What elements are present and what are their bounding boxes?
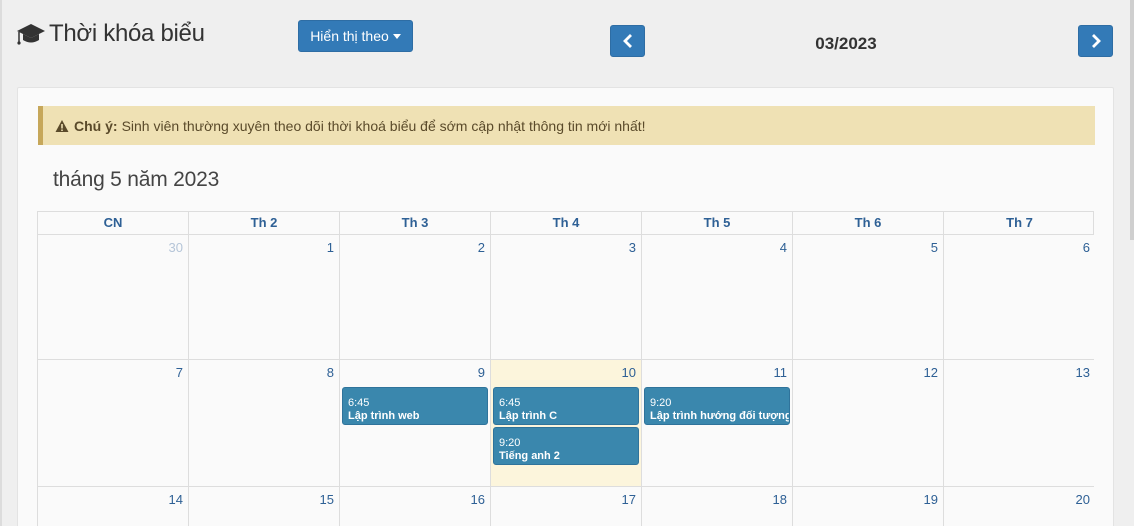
weekday-header-row: CN Th 2 Th 3 Th 4 Th 5 Th 6 Th 7 [37, 211, 1094, 235]
day-number: 30 [168, 240, 183, 255]
calendar-day[interactable]: 5 [793, 235, 944, 359]
day-number: 3 [628, 240, 636, 255]
notice-alert: Chú ý: Sinh viên thường xuyên theo dõi t… [38, 106, 1095, 145]
calendar-day[interactable]: 6 [944, 235, 1095, 359]
weekday-header: Th 4 [491, 212, 642, 234]
calendar-week: 7 8 9 6:45 Lập trình web 10 6:45 Lập trì… [37, 360, 1095, 487]
warning-icon [55, 119, 69, 132]
page-title: Thời khóa biểu [16, 20, 205, 48]
calendar-day[interactable]: 30 [38, 235, 189, 359]
calendar-day[interactable]: 9 6:45 Lập trình web [340, 360, 491, 486]
day-number: 17 [621, 492, 636, 507]
calendar-day[interactable]: 12 [793, 360, 944, 486]
calendar-day[interactable]: 15 [189, 487, 340, 526]
day-number: 13 [1075, 365, 1090, 380]
calendar-week: 14 15 16 17 18 19 20 [37, 487, 1095, 526]
calendar-day-today[interactable]: 10 6:45 Lập trình C 9:20 Tiếng anh 2 [491, 360, 642, 486]
calendar-event[interactable]: 9:20 Lập trình hướng đối tượng [644, 387, 790, 425]
page-title-text: Thời khóa biểu [49, 20, 205, 47]
calendar-event[interactable]: 6:45 Lập trình C [493, 387, 639, 425]
calendar-day[interactable]: 7 [38, 360, 189, 486]
day-number: 8 [326, 365, 334, 380]
chevron-left-icon [622, 34, 632, 48]
day-number: 14 [168, 492, 183, 507]
calendar-day[interactable]: 16 [340, 487, 491, 526]
day-number: 12 [923, 365, 938, 380]
event-time: 6:45 [348, 397, 370, 409]
day-number: 19 [923, 492, 938, 507]
calendar-day[interactable]: 1 [189, 235, 340, 359]
day-number: 4 [779, 240, 787, 255]
calendar-event[interactable]: 6:45 Lập trình web [342, 387, 488, 425]
caret-down-icon [392, 33, 401, 39]
day-number: 20 [1075, 492, 1090, 507]
previous-month-button[interactable] [610, 25, 645, 57]
graduation-cap-icon [17, 24, 45, 45]
calendar-day[interactable]: 17 [491, 487, 642, 526]
calendar-day[interactable]: 13 [944, 360, 1095, 486]
weekday-header: Th 2 [189, 212, 340, 234]
weekday-header: Th 5 [642, 212, 793, 234]
calendar-day[interactable]: 11 9:20 Lập trình hướng đối tượng [642, 360, 793, 486]
calendar-day[interactable]: 19 [793, 487, 944, 526]
calendar-day[interactable]: 4 [642, 235, 793, 359]
weekday-header: Th 7 [1006, 215, 1033, 230]
day-number: 9 [477, 365, 485, 380]
event-title: Lập trình C [499, 410, 558, 422]
page-header: Thời khóa biểu Hiển thị theo 03/2023 [0, 0, 1134, 80]
day-number: 11 [773, 365, 788, 380]
next-month-button[interactable] [1078, 25, 1113, 57]
event-time: 6:45 [499, 397, 521, 409]
day-number: 16 [470, 492, 485, 507]
day-number: 1 [326, 240, 334, 255]
calendar-day[interactable]: 2 [340, 235, 491, 359]
month-calendar: CN Th 2 Th 3 Th 4 Th 5 Th 6 Th 7 30 1 2 … [37, 211, 1095, 526]
day-number: 6 [1082, 240, 1090, 255]
calendar-day[interactable]: 18 [642, 487, 793, 526]
calendar-event[interactable]: 9:20 Tiếng anh 2 [493, 427, 639, 465]
day-number: 2 [477, 240, 485, 255]
weekday-header: Th 6 [793, 212, 944, 234]
event-title: Lập trình web [348, 410, 420, 422]
event-time: 9:20 [650, 397, 672, 409]
calendar-day[interactable]: 3 [491, 235, 642, 359]
view-mode-dropdown-button[interactable]: Hiển thị theo [298, 20, 413, 52]
day-number: 5 [930, 240, 938, 255]
view-mode-label: Hiển thị theo [310, 28, 389, 44]
notice-message: Sinh viên thường xuyên theo dõi thời kho… [121, 117, 646, 134]
current-period-label: 03/2023 [815, 34, 877, 53]
day-number: 10 [621, 365, 636, 380]
event-time: 9:20 [499, 437, 521, 449]
day-number: 15 [319, 492, 334, 507]
notice-label: Chú ý: [74, 117, 118, 134]
day-number: 18 [772, 492, 787, 507]
event-title: Tiếng anh 2 [499, 450, 560, 462]
weekday-header: CN [38, 212, 189, 234]
calendar-day[interactable]: 14 [38, 487, 189, 526]
day-number: 7 [175, 365, 183, 380]
chevron-right-icon [1091, 34, 1101, 48]
calendar-month-title: tháng 5 năm 2023 [53, 168, 220, 191]
calendar-day[interactable]: 8 [189, 360, 340, 486]
weekday-header: Th 3 [340, 212, 491, 234]
calendar-day[interactable]: 20 [944, 487, 1095, 526]
calendar-panel: Chú ý: Sinh viên thường xuyên theo dõi t… [17, 87, 1114, 526]
event-title: Lập trình hướng đối tượng [650, 410, 790, 422]
calendar-week: 30 1 2 3 4 5 6 [37, 235, 1095, 360]
